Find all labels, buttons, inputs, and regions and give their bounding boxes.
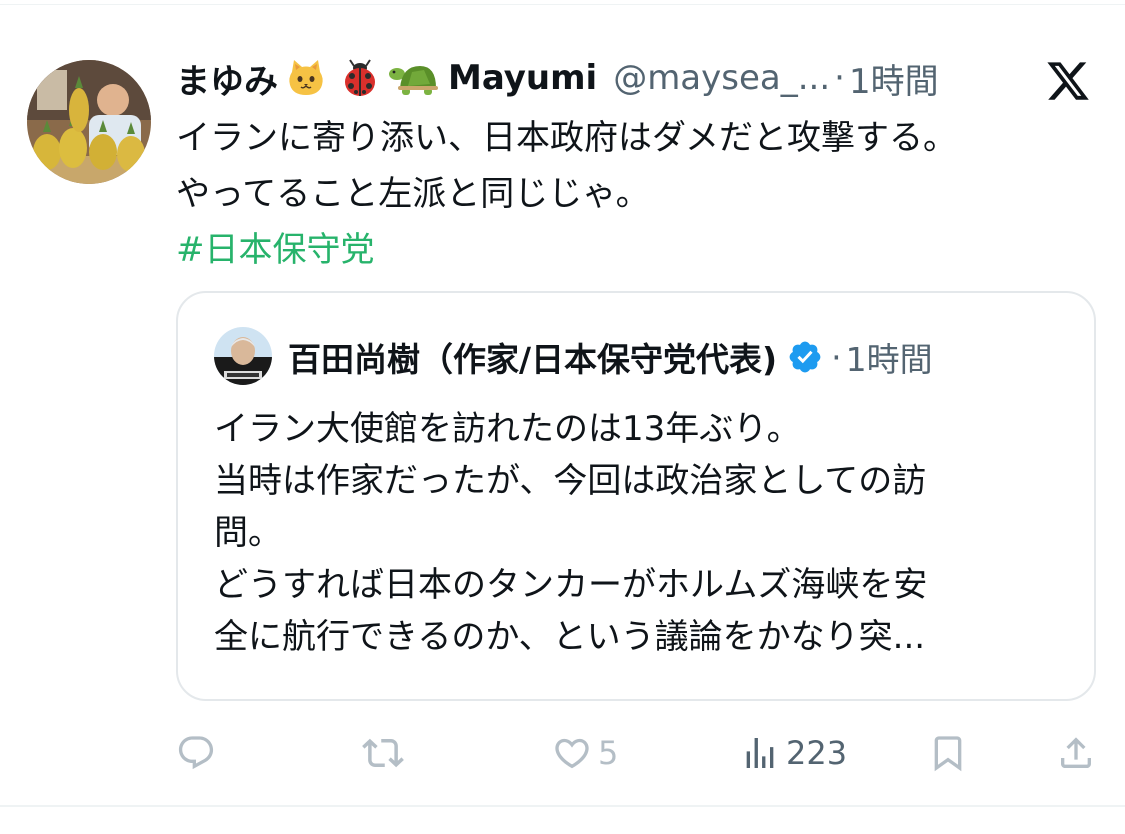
quote-author-avatar[interactable] [214,327,272,385]
tweet-time[interactable]: 1時間 [849,54,939,103]
quote-text-line: 全に航行できるのか、という議論をかなり突... [214,617,926,657]
reply-button[interactable] [176,725,222,781]
share-icon [1061,737,1091,768]
hashtag-link[interactable]: #日本保守党 [176,222,1076,278]
user-handle[interactable]: @maysea_... [613,58,830,98]
ladybug-icon [340,58,380,98]
quote-text-line: 問。 [214,513,282,553]
views-chart-icon [746,738,774,768]
retweet-icon [362,738,404,768]
views-button[interactable]: 223 [740,725,847,781]
tweet-text: イランに寄り添い、日本政府はダメだと攻撃する。 やってること左派と同じじゃ。 #… [176,110,1076,278]
quote-header: 百田尚樹（作家/日本保守党代表) · 1時間 [288,331,933,383]
share-button[interactable] [1056,725,1096,781]
quote-text-line: どうすれば日本のタンカーがホルムズ海峡を安 [214,565,928,605]
tweet-text-line: やってること左派と同じじゃ。 [176,174,650,214]
display-name[interactable]: まゆみ [176,54,278,103]
heart-icon [555,738,589,769]
tweet-text-line: イランに寄り添い、日本政府はダメだと攻撃する。 [176,118,957,158]
quote-tweet-card[interactable]: 百田尚樹（作家/日本保守党代表) · 1時間 イラン大使館を訪れたのは13年ぶり… [176,291,1096,701]
turtle-icon [388,58,440,98]
quote-text: イラン大使館を訪れたのは13年ぶり。 当時は作家だったが、今回は政治家としての訪… [214,403,1064,663]
view-count: 223 [786,734,848,772]
quote-text-line: 当時は作家だったが、今回は政治家としての訪 [214,461,927,501]
action-bar: 5 223 [0,725,1125,781]
tweet-header: まゆみ Mayumi @maysea_... · 1時間 [176,52,1016,104]
quote-text-line: イラン大使館を訪れたのは13年ぶり。 [214,409,801,449]
top-divider [0,4,1125,5]
bookmark-icon [934,736,962,772]
bookmark-button[interactable] [928,725,968,781]
reply-icon [178,736,214,770]
author-avatar[interactable] [27,60,151,184]
separator-dot: · [834,58,845,98]
bottom-divider [0,805,1125,807]
x-logo-icon[interactable] [1045,58,1091,104]
verified-badge-icon [787,339,823,375]
cat-face-icon [286,58,326,98]
quote-time[interactable]: 1時間 [846,333,933,381]
separator-dot: · [831,337,842,377]
like-count: 5 [598,734,619,772]
display-name-latin[interactable]: Mayumi [448,58,597,98]
retweet-button[interactable] [362,725,410,781]
quote-author-name[interactable]: 百田尚樹（作家/日本保守党代表) [288,333,777,381]
like-button[interactable]: 5 [552,725,618,781]
